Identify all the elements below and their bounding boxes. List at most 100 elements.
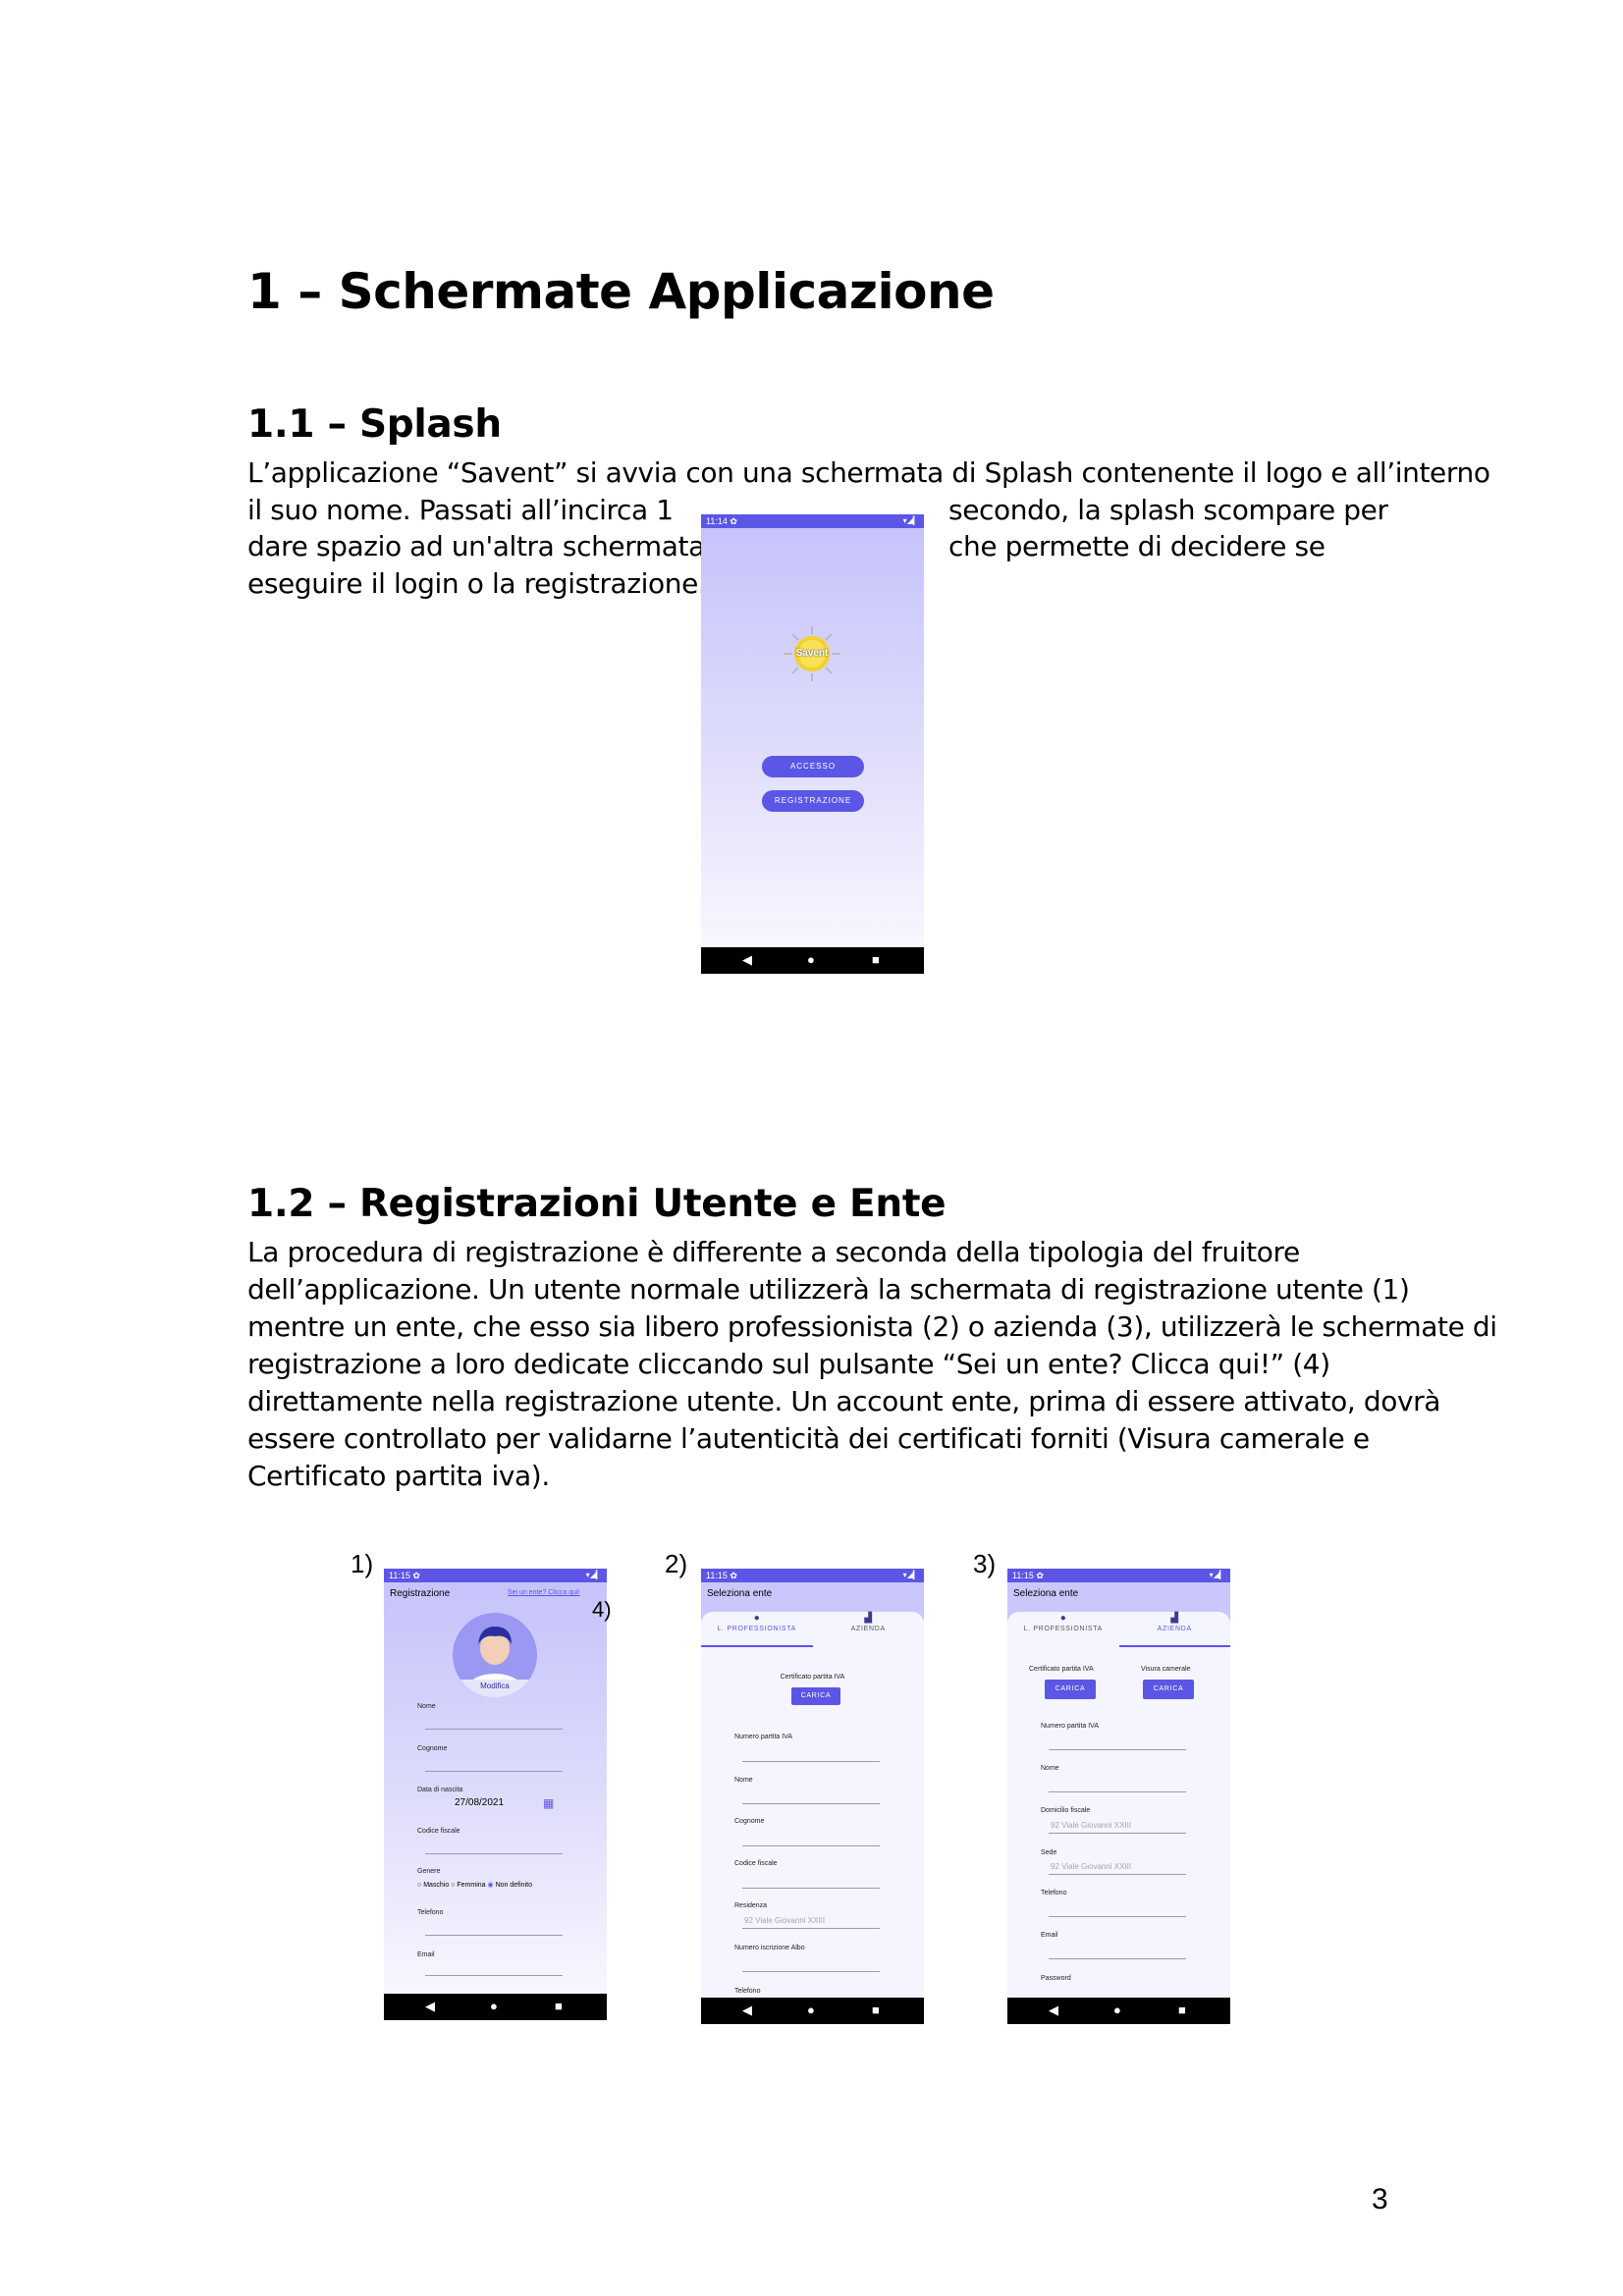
- back-icon[interactable]: ◀: [1049, 2002, 1058, 2018]
- status-time: 11:15: [389, 1571, 410, 1580]
- screen-title: Seleziona ente: [707, 1588, 773, 1599]
- field-label-nome: Nome: [417, 1703, 436, 1710]
- recents-icon[interactable]: ■: [872, 2002, 880, 2018]
- registration-section-title: 1.2 – Registrazioni Utente e Ente: [247, 1182, 947, 1226]
- navigation-bar: ◀ ● ■: [384, 1994, 607, 2020]
- field-label-email: Email: [417, 1951, 435, 1958]
- cognome-input[interactable]: [425, 1771, 563, 1772]
- caption-3: 3): [973, 1549, 997, 1578]
- recents-icon[interactable]: ■: [872, 952, 880, 968]
- field-label-partita-iva: Numero partita IVA: [734, 1734, 793, 1740]
- sede-input[interactable]: [1049, 1874, 1186, 1875]
- recents-icon[interactable]: ■: [1178, 2002, 1186, 2018]
- ente-tabs: ● L. PROFESSIONISTA ▟ AZIENDA: [1007, 1612, 1230, 1647]
- person-icon: ●: [753, 1613, 760, 1624]
- upload-label-partita-iva: Certificato partita IVA: [1029, 1666, 1094, 1673]
- residenza-placeholder[interactable]: 92 Viale Giovanni XXIII: [744, 1916, 825, 1925]
- gear-icon: ✿: [730, 516, 737, 526]
- home-icon[interactable]: ●: [807, 2002, 815, 2018]
- email-input[interactable]: [425, 1975, 563, 1976]
- radio-label: Femmina: [457, 1882, 486, 1889]
- navigation-bar: ◀ ● ■: [701, 1998, 924, 2024]
- home-icon[interactable]: ●: [1113, 2002, 1121, 2018]
- avatar[interactable]: Modifica: [453, 1613, 537, 1697]
- nome-input[interactable]: [1049, 1791, 1186, 1792]
- telefono-input[interactable]: [1049, 1916, 1186, 1917]
- field-label-nome: Nome: [1041, 1765, 1059, 1772]
- domicilio-placeholder[interactable]: 92 Viale Giovanni XXIII: [1051, 1821, 1131, 1830]
- company-registration-screenshot: 11:15 ✿ ▾◢▎ Seleziona ente ● L. PROFESSI…: [1007, 1569, 1230, 2024]
- partita-iva-input[interactable]: [742, 1761, 880, 1762]
- back-icon[interactable]: ◀: [742, 952, 752, 968]
- splash-paragraph-line-1: L’applicazione “Savent” si avvia con una…: [247, 456, 1490, 489]
- tab-professionista[interactable]: ● L. PROFESSIONISTA: [701, 1612, 813, 1647]
- recents-icon[interactable]: ■: [555, 1999, 563, 2014]
- field-label-partita-iva: Numero partita IVA: [1041, 1723, 1100, 1730]
- logo-text: Savent: [795, 648, 829, 659]
- person-icon: ●: [1059, 1613, 1066, 1624]
- birthdate-value[interactable]: 27/08/2021: [455, 1797, 504, 1808]
- status-bar: 11:14 ✿ ▾◢▎: [701, 514, 924, 528]
- tab-professionista[interactable]: ● L. PROFESSIONISTA: [1007, 1612, 1119, 1645]
- caption-4: 4): [592, 1597, 612, 1622]
- field-label-nome: Nome: [734, 1777, 753, 1784]
- partita-iva-input[interactable]: [1049, 1749, 1186, 1750]
- signal-icons: ▾◢▎: [902, 1571, 919, 1579]
- nome-input[interactable]: [425, 1729, 563, 1730]
- signal-icons: ▾◢▎: [1209, 1571, 1225, 1579]
- splash-paragraph-line-2: il suo nome. Passati all’incirca 1: [247, 494, 674, 526]
- telefono-input[interactable]: [425, 1935, 563, 1936]
- screen-title: Registrazione: [390, 1588, 451, 1599]
- email-input[interactable]: [1049, 1958, 1186, 1959]
- sede-placeholder[interactable]: 92 Viale Giovanni XXIII: [1051, 1862, 1131, 1871]
- savent-logo: Savent: [783, 624, 841, 683]
- radio-femmina[interactable]: ○ Femmina: [451, 1882, 485, 1889]
- domicilio-input[interactable]: [1049, 1833, 1186, 1834]
- field-label-albo: Numero iscrizione Albo: [734, 1945, 805, 1951]
- splash-screenshot: 11:14 ✿ ▾◢▎ Savent ACCESSO REGISTRAZIONE…: [701, 514, 924, 974]
- radio-non-definito[interactable]: ◉ Non definito: [488, 1882, 532, 1889]
- gear-icon: ✿: [412, 1571, 420, 1580]
- gender-radio-group: ○ Maschio ○ Femmina ◉ Non definito: [417, 1881, 532, 1889]
- radio-maschio[interactable]: ○ Maschio: [417, 1882, 449, 1889]
- ente-link[interactable]: Sei un ente? Clicca qui!: [508, 1589, 580, 1596]
- codice-fiscale-input[interactable]: [742, 1888, 880, 1889]
- codice-fiscale-input[interactable]: [425, 1853, 563, 1854]
- home-icon[interactable]: ●: [807, 952, 815, 968]
- register-button[interactable]: REGISTRAZIONE: [762, 790, 864, 812]
- tab-label: L. PROFESSIONISTA: [717, 1626, 797, 1632]
- registration-line-1: La procedura di registrazione è differen…: [247, 1236, 1300, 1268]
- professional-registration-screenshot: 11:15 ✿ ▾◢▎ Seleziona ente ● L. PROFESSI…: [701, 1569, 924, 2024]
- navigation-bar: ◀ ● ■: [1007, 1998, 1230, 2024]
- form-card: [701, 1612, 924, 1998]
- navigation-bar: ◀ ● ■: [701, 947, 924, 974]
- access-button[interactable]: ACCESSO: [762, 756, 864, 777]
- caption-1: 1): [351, 1549, 374, 1578]
- nome-input[interactable]: [742, 1803, 880, 1804]
- page-heading: 1 – Schermate Applicazione: [247, 263, 995, 320]
- signal-icons: ▾◢▎: [902, 516, 919, 525]
- signal-icons: ▾◢▎: [585, 1571, 602, 1579]
- field-label-cognome: Cognome: [417, 1745, 448, 1752]
- back-icon[interactable]: ◀: [425, 1999, 435, 2014]
- albo-input[interactable]: [742, 1971, 880, 1972]
- tab-azienda[interactable]: ▟ AZIENDA: [1118, 1612, 1230, 1647]
- residenza-input[interactable]: [742, 1928, 880, 1929]
- status-time: 11:15: [1012, 1571, 1034, 1580]
- upload-button[interactable]: CARICA: [791, 1687, 840, 1705]
- home-icon[interactable]: ●: [490, 1999, 498, 2014]
- field-label-sede: Sede: [1041, 1849, 1057, 1856]
- upload-visura-button[interactable]: CARICA: [1143, 1680, 1194, 1699]
- upload-label-visura: Visura camerale: [1141, 1666, 1191, 1673]
- tab-azienda[interactable]: ▟ AZIENDA: [813, 1612, 925, 1645]
- gear-icon: ✿: [730, 1571, 737, 1580]
- upload-partita-iva-button[interactable]: CARICA: [1045, 1680, 1096, 1699]
- edit-avatar-label[interactable]: Modifica: [453, 1680, 537, 1697]
- ente-tabs: ● L. PROFESSIONISTA ▟ AZIENDA: [701, 1612, 925, 1647]
- field-label-birthdate: Data di nascita: [417, 1787, 463, 1793]
- cognome-input[interactable]: [742, 1845, 880, 1846]
- calendar-icon[interactable]: ▦: [543, 1796, 554, 1810]
- back-icon[interactable]: ◀: [742, 2002, 752, 2018]
- field-label-residenza: Residenza: [734, 1902, 768, 1909]
- tab-label: AZIENDA: [850, 1626, 886, 1632]
